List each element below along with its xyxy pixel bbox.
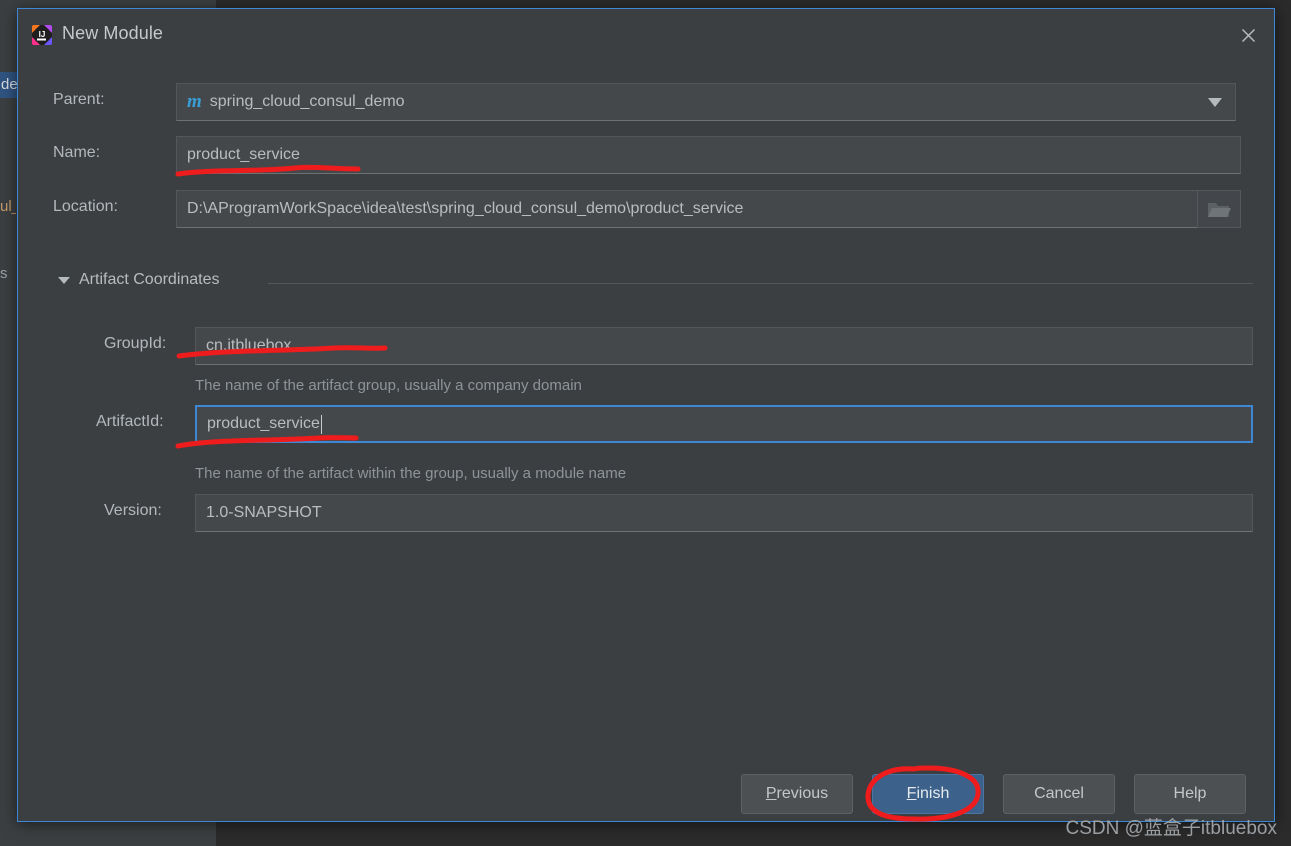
finish-button-mnemonic: F <box>906 785 917 802</box>
artifactid-row: ArtifactId: product_service <box>18 405 1274 443</box>
section-divider <box>268 283 1253 284</box>
artifact-coordinates-toggle[interactable]: Artifact Coordinates <box>58 271 220 289</box>
intellij-idea-icon: IJ <box>31 24 53 46</box>
svg-text:IJ: IJ <box>39 30 46 39</box>
folder-icon[interactable] <box>1197 190 1241 228</box>
groupid-label: GroupId: <box>104 335 167 352</box>
help-button-label: Help <box>1173 785 1207 802</box>
artifactid-input[interactable]: product_service <box>195 405 1253 443</box>
name-input[interactable]: product_service <box>176 136 1241 174</box>
parent-value: spring_cloud_consul_demo <box>209 93 405 110</box>
maven-module-icon: m <box>187 90 202 112</box>
new-module-dialog: IJ New Module Parent: m spring_cloud_con… <box>17 8 1275 822</box>
location-input[interactable]: D:\AProgramWorkSpace\idea\test\spring_cl… <box>176 190 1198 228</box>
previous-button-mnemonic: P <box>765 785 777 802</box>
name-value: product_service <box>187 146 300 163</box>
close-icon[interactable] <box>1229 18 1267 52</box>
name-row: Name: product_service <box>18 136 1274 174</box>
groupid-input[interactable]: cn.itbluebox <box>195 327 1253 365</box>
artifactid-label: ArtifactId: <box>96 413 164 430</box>
version-row: Version: 1.0-SNAPSHOT <box>18 494 1274 532</box>
triangle-down-icon <box>58 276 70 284</box>
ide-tree-selected-item[interactable]: de <box>0 72 18 98</box>
version-label: Version: <box>104 502 162 519</box>
csdn-watermark: CSDN @蓝盒子itbluebox <box>1065 818 1277 839</box>
text-caret <box>320 414 322 434</box>
groupid-hint: The name of the artifact group, usually … <box>195 377 582 394</box>
version-value: 1.0-SNAPSHOT <box>206 504 322 521</box>
dialog-titlebar: IJ New Module <box>18 9 1274 61</box>
help-button[interactable]: Help <box>1134 774 1246 814</box>
ide-tree-item-2[interactable]: ul_ <box>0 198 16 215</box>
parent-row: Parent: m spring_cloud_consul_demo <box>18 83 1274 121</box>
previous-button[interactable]: Previous <box>741 774 853 814</box>
finish-button-label: inish <box>916 785 950 802</box>
name-label: Name: <box>53 144 101 161</box>
location-value: D:\AProgramWorkSpace\idea\test\spring_cl… <box>187 200 744 217</box>
location-row: Location: D:\AProgramWorkSpace\idea\test… <box>18 190 1274 228</box>
groupid-value: cn.itbluebox <box>206 337 292 354</box>
parent-label: Parent: <box>53 91 105 108</box>
finish-button[interactable]: Finish <box>872 774 984 814</box>
parent-combobox[interactable]: m spring_cloud_consul_demo <box>176 83 1236 121</box>
artifactid-value: product_service <box>207 415 320 432</box>
previous-button-label: revious <box>776 785 829 802</box>
dialog-title: New Module <box>62 23 164 43</box>
artifact-coordinates-title: Artifact Coordinates <box>79 271 220 288</box>
ide-tree-item-3[interactable]: s <box>0 265 14 282</box>
artifactid-hint: The name of the artifact within the grou… <box>195 465 627 482</box>
location-label: Location: <box>53 198 118 215</box>
cancel-button-label: Cancel <box>1034 785 1084 802</box>
cancel-button[interactable]: Cancel <box>1003 774 1115 814</box>
chevron-down-icon[interactable] <box>1195 84 1235 120</box>
groupid-row: GroupId: cn.itbluebox <box>18 327 1274 365</box>
version-input[interactable]: 1.0-SNAPSHOT <box>195 494 1253 532</box>
